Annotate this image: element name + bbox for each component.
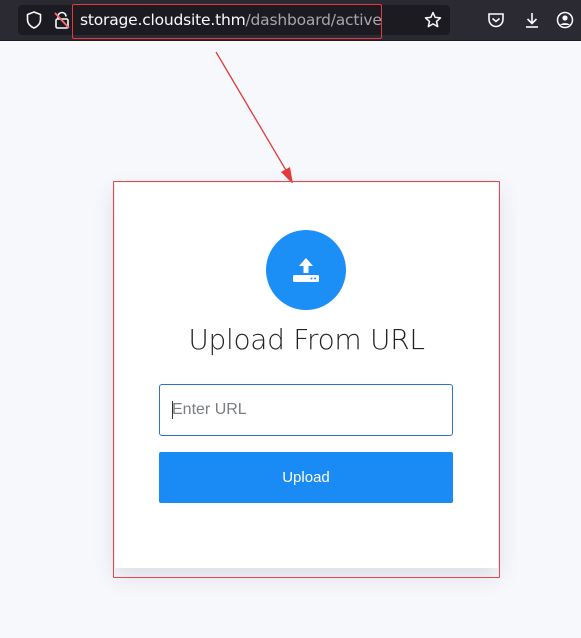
url-annotation-box	[72, 4, 382, 39]
account-icon[interactable]	[555, 10, 575, 30]
download-icon[interactable]	[522, 10, 542, 30]
lock-insecure-icon[interactable]	[52, 10, 72, 30]
shield-icon[interactable]	[24, 10, 44, 30]
bookmark-star-icon[interactable]	[423, 10, 443, 30]
card-annotation-box	[113, 181, 500, 578]
pocket-icon[interactable]	[486, 10, 506, 30]
